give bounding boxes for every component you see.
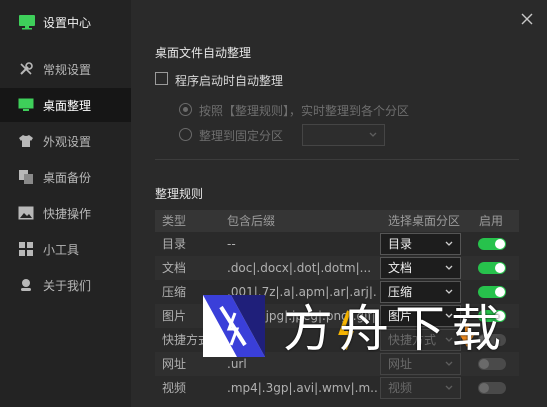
sidebar-item-about[interactable]: 关于我们 (0, 268, 131, 302)
row-type: 目录 (162, 237, 187, 251)
row-zone-value: 文档 (388, 261, 413, 275)
chevron-down-icon (369, 132, 377, 137)
startup-label: 程序启动时自动整理 (175, 74, 284, 88)
radio-by-rules[interactable] (179, 103, 192, 116)
chevron-down-icon (445, 265, 453, 270)
sidebar-item-label: 小工具 (43, 242, 80, 257)
row-type: 视频 (162, 381, 187, 395)
row-zone-select[interactable]: 文档 (380, 257, 461, 279)
chevron-down-icon (445, 385, 453, 390)
user-icon (17, 276, 35, 294)
watermark-text: 方舟下载 (283, 300, 507, 358)
close-icon[interactable] (519, 11, 535, 27)
watermark: 方舟下载 (201, 293, 539, 363)
app-title: 设置中心 (43, 15, 92, 30)
section-title-auto: 桌面文件自动整理 (155, 46, 252, 60)
sidebar-item-label: 关于我们 (43, 278, 92, 293)
row-enable-toggle[interactable] (478, 238, 506, 250)
section-title-rules: 整理规则 (155, 187, 204, 201)
radio-fixed-zone[interactable] (179, 128, 192, 141)
sidebar-item-shortcuts[interactable]: 快捷操作 (0, 196, 131, 230)
sidebar-item-label: 桌面整理 (43, 98, 92, 113)
table-row: 目录 -- 目录 (155, 232, 519, 256)
header-enable: 启用 (479, 210, 504, 232)
header-type: 类型 (162, 210, 187, 232)
grid-icon (17, 240, 35, 258)
wrench-icon (17, 60, 35, 78)
radio-fixed-zone-label: 整理到固定分区 (199, 129, 284, 143)
header-zone: 选择桌面分区 (388, 210, 461, 232)
sidebar-item-general[interactable]: 常规设置 (0, 52, 131, 86)
row-enable-toggle[interactable] (478, 382, 506, 394)
table-header-bg (155, 210, 519, 232)
row-zone-value: 目录 (388, 237, 413, 251)
monitor-icon (17, 96, 35, 114)
row-enable-toggle[interactable] (478, 262, 506, 274)
startup-checkbox[interactable] (155, 72, 168, 85)
radio-by-rules-label: 按照【整理规则】，实时整理到各个分区 (199, 104, 410, 118)
header-ext: 包含后缀 (227, 210, 276, 232)
sidebar-item-backup[interactable]: 桌面备份 (0, 160, 131, 194)
shirt-icon (17, 132, 35, 150)
row-zone-select[interactable]: 视频 (380, 377, 461, 399)
chevron-down-icon (445, 241, 453, 246)
row-type: 文档 (162, 261, 187, 275)
sidebar: 设置中心 常规设置 桌面整理 外观设置 桌面备份 快捷操作 小工具 关于我们 (0, 0, 131, 407)
sidebar-item-label: 外观设置 (43, 134, 92, 149)
table-row: 视频 .mp4|.3gp|.avi|.wmv|.m... 视频 (155, 376, 519, 400)
sidebar-item-label: 快捷操作 (43, 206, 92, 221)
image-icon (17, 204, 35, 222)
row-ext: .doc|.docx|.dot|.dotm|... (227, 261, 372, 275)
monitor-icon (19, 15, 35, 30)
table-row: 文档 .doc|.docx|.dot|.dotm|... 文档 (155, 256, 519, 280)
row-ext: .mp4|.3gp|.avi|.wmv|.m... (227, 381, 377, 395)
row-ext: -- (227, 237, 236, 251)
row-zone-select[interactable]: 目录 (380, 233, 461, 255)
sidebar-item-label: 常规设置 (43, 62, 92, 77)
backup-icon (17, 168, 35, 186)
sidebar-item-desktop-organize[interactable]: 桌面整理 (0, 88, 131, 122)
divider (155, 159, 519, 160)
app-brand: 设置中心 (18, 12, 91, 32)
row-zone-value: 视频 (388, 381, 413, 395)
sidebar-item-appearance[interactable]: 外观设置 (0, 124, 131, 158)
sidebar-item-label: 桌面备份 (43, 170, 92, 185)
fixed-zone-select[interactable] (302, 124, 385, 146)
sidebar-item-tools[interactable]: 小工具 (0, 232, 131, 266)
